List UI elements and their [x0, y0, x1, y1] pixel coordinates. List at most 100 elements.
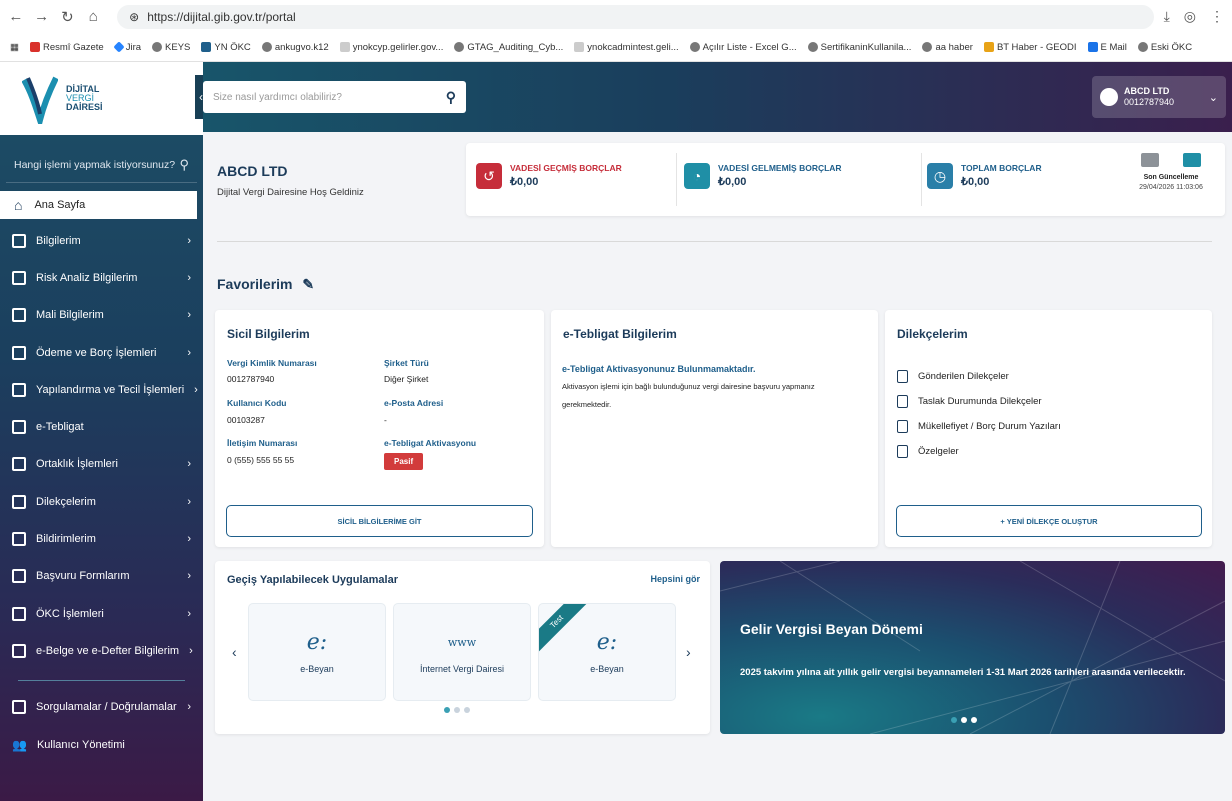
bookmark[interactable]: GTAG_Auditing_Cyb... — [454, 42, 563, 53]
sicil-go-button[interactable]: SİCİL BİLGİLERİME GİT — [226, 505, 533, 537]
carousel-dot[interactable] — [444, 707, 450, 713]
dilekce-card: Dilekçelerim Gönderilen Dilekçeler Tasla… — [885, 310, 1212, 547]
list-item[interactable]: Gönderilen Dilekçeler — [897, 370, 1009, 383]
favorites-title: Favorilerim ✎ — [217, 276, 315, 292]
new-petition-button[interactable]: + YENİ DİLEKÇE OLUŞTUR — [896, 505, 1202, 537]
bookmark[interactable]: KEYS — [152, 42, 190, 53]
sidebar-item-etebligat[interactable]: e-Tebligat — [0, 408, 203, 445]
list-item[interactable]: Mükellefiyet / Borç Durum Yazıları — [897, 420, 1061, 433]
sidebar-item-ebelge[interactable]: e-Belge ve e-Defter Bilgilerim › — [0, 632, 203, 669]
globe-icon — [689, 42, 700, 52]
see-all-link[interactable]: Hepsini gör — [650, 574, 700, 584]
id-card-icon — [12, 233, 26, 248]
app-tile-ebeyan[interactable]: e: e-Beyan — [248, 603, 386, 701]
top-bar: Size nasıl yardımcı olabiliriz? ⚲ ABCD L… — [203, 62, 1232, 132]
bookmark-favicon-icon — [29, 42, 40, 52]
bookmark[interactable]: Jira — [113, 41, 141, 53]
card-title: Sicil Bilgilerim — [227, 327, 310, 341]
chevron-right-icon: › — [194, 383, 198, 396]
home-icon[interactable]: ⌂ — [85, 8, 101, 25]
sidebar-item-yapilandirma[interactable]: Yapılandırma ve Tecil İşlemleri › — [0, 371, 203, 408]
sidebar-item-odeme[interactable]: Ödeme ve Borç İşlemleri › — [0, 334, 203, 371]
bookmark[interactable]: SertifikaninKullanila... — [807, 42, 911, 53]
ebeyan-logo-icon: e: — [306, 630, 328, 655]
bookmark[interactable]: ankugvo.k12 — [261, 42, 329, 53]
search-icon[interactable]: ⚲ — [179, 157, 189, 173]
url-text: https://dijital.gib.gov.tr/portal — [147, 9, 296, 24]
sidebar-item-ortaklik[interactable]: Ortaklık İşlemleri › — [0, 446, 203, 483]
bookmark[interactable]: Resmî Gazete — [29, 42, 104, 53]
sidebar-item-sorgulamalar[interactable]: Sorgulamalar / Doğrulamalar › — [0, 689, 203, 726]
chevron-right-icon: › — [187, 234, 191, 247]
chevron-right-icon: › — [187, 495, 191, 508]
bookmark[interactable]: BT Haber - GEODI — [983, 42, 1077, 53]
banner-text: 2025 takvim yılına ait yıllık gelir verg… — [740, 667, 1186, 678]
mail-icon — [12, 420, 26, 435]
sidebar-item-basvuru[interactable]: Başvuru Formlarım › — [0, 558, 203, 595]
app-tile-ivd[interactable]: www İnternet Vergi Dairesi — [393, 603, 531, 701]
main-search-input[interactable]: Size nasıl yardımcı olabiliriz? ⚲ — [203, 81, 466, 113]
bookmark[interactable]: ynokcadmintest.geli... — [574, 42, 679, 53]
notdue-debt[interactable]: ◔ VADESİ GELMEMİŞ BORÇLAR ₺0,00 — [684, 163, 842, 189]
bookmark[interactable]: ynokcyp.gelirler.gov... — [339, 42, 443, 53]
carousel-dots — [444, 707, 470, 713]
sidebar-search[interactable]: Hangi işlemi yapmak istiyorsunuz? ⚲ — [6, 147, 197, 183]
bookmark[interactable]: aa haber — [922, 42, 973, 53]
announcement-banner[interactable]: Gelir Vergisi Beyan Dönemi 2025 takvim y… — [720, 561, 1225, 734]
pencil-icon[interactable]: ✎ — [302, 276, 314, 292]
sidebar-item-mali[interactable]: Mali Bilgilerim › — [0, 297, 203, 334]
logo[interactable]: DİJİTAL VERGİ DAİRESİ — [0, 62, 203, 135]
carousel-prev-icon[interactable]: ‹ — [232, 644, 237, 660]
apps-grid-icon[interactable]: ▦ — [10, 42, 19, 53]
refresh-icon[interactable] — [1183, 153, 1201, 167]
carousel-dot[interactable] — [951, 717, 957, 723]
app-tile-ebeyan-test[interactable]: Test e: e-Beyan — [538, 603, 676, 701]
back-icon[interactable]: ← — [8, 8, 24, 25]
sidebar-item-dilekcelerim[interactable]: Dilekçelerim › — [0, 483, 203, 520]
divider — [217, 241, 1212, 242]
bookmark[interactable]: Açılır Liste - Excel G... — [689, 42, 797, 53]
search-icon[interactable]: ⚲ — [446, 89, 456, 106]
bookmark-favicon-icon — [1087, 42, 1098, 52]
page-icon — [574, 42, 585, 52]
logo-text: DİJİTAL VERGİ DAİRESİ — [66, 84, 103, 112]
list-item[interactable]: Özelgeler — [897, 445, 959, 458]
bookmark[interactable]: Eski ÖKC — [1137, 42, 1192, 53]
list-item[interactable]: Taslak Durumunda Dilekçeler — [897, 395, 1042, 408]
reload-icon[interactable]: ↻ — [60, 8, 76, 26]
avatar — [1100, 88, 1118, 106]
sidebar-item-bilgilerim[interactable]: Bilgilerim › — [0, 222, 203, 259]
carousel-dots — [951, 717, 977, 723]
bookmark-favicon-icon — [201, 42, 212, 52]
sidebar-item-home[interactable]: ⌂ Ana Sayfa — [0, 191, 197, 219]
address-bar[interactable]: ⊛ https://dijital.gib.gov.tr/portal — [117, 4, 1154, 29]
sidebar-bottom-menu: Sorgulamalar / Doğrulamalar › 👥 Kullanıcı … — [0, 689, 203, 764]
forward-icon[interactable]: → — [34, 8, 50, 25]
sidebar-item-okc[interactable]: ÖKC İşlemleri › — [0, 595, 203, 632]
chevron-right-icon: › — [187, 271, 191, 284]
sidebar-item-kullanici[interactable]: 👥 Kullanıcı Yönetimi — [0, 726, 203, 763]
carousel-next-icon[interactable]: › — [686, 644, 691, 660]
overdue-debt[interactable]: ↺ VADESİ GEÇMİŞ BORÇLAR ₺0,00 — [476, 163, 622, 189]
carousel-dot[interactable] — [971, 717, 977, 723]
site-info-icon[interactable]: ⊛ — [129, 10, 139, 24]
download-icon[interactable]: ⤓ — [1164, 8, 1170, 25]
profile-icon[interactable]: ◎ — [1184, 8, 1196, 25]
handshake-icon — [12, 457, 26, 472]
carousel-dot[interactable] — [464, 707, 470, 713]
carousel-dot[interactable] — [454, 707, 460, 713]
bookmark[interactable]: E Mail — [1087, 42, 1127, 53]
bookmark[interactable]: YN ÖKC — [201, 42, 251, 53]
card-title: Geçiş Yapılabilecek Uygulamalar — [227, 574, 399, 586]
card-icon — [12, 345, 26, 360]
total-debt[interactable]: ◷ TOPLAM BORÇLAR ₺0,00 — [927, 163, 1042, 189]
carousel-dot[interactable] — [961, 717, 967, 723]
page-icon — [339, 42, 350, 52]
document-icon — [897, 445, 908, 458]
menu-kebab-icon[interactable]: ⋮ — [1210, 8, 1224, 25]
document-icon — [897, 395, 908, 408]
sidebar-item-risk-analiz[interactable]: Risk Analiz Bilgilerim › — [0, 259, 203, 296]
user-menu[interactable]: ABCD LTD 0012787940 ⌄ — [1092, 76, 1226, 118]
sidebar-item-bildirimlerim[interactable]: Bildirimlerim › — [0, 520, 203, 557]
eye-off-icon[interactable] — [1141, 153, 1159, 167]
